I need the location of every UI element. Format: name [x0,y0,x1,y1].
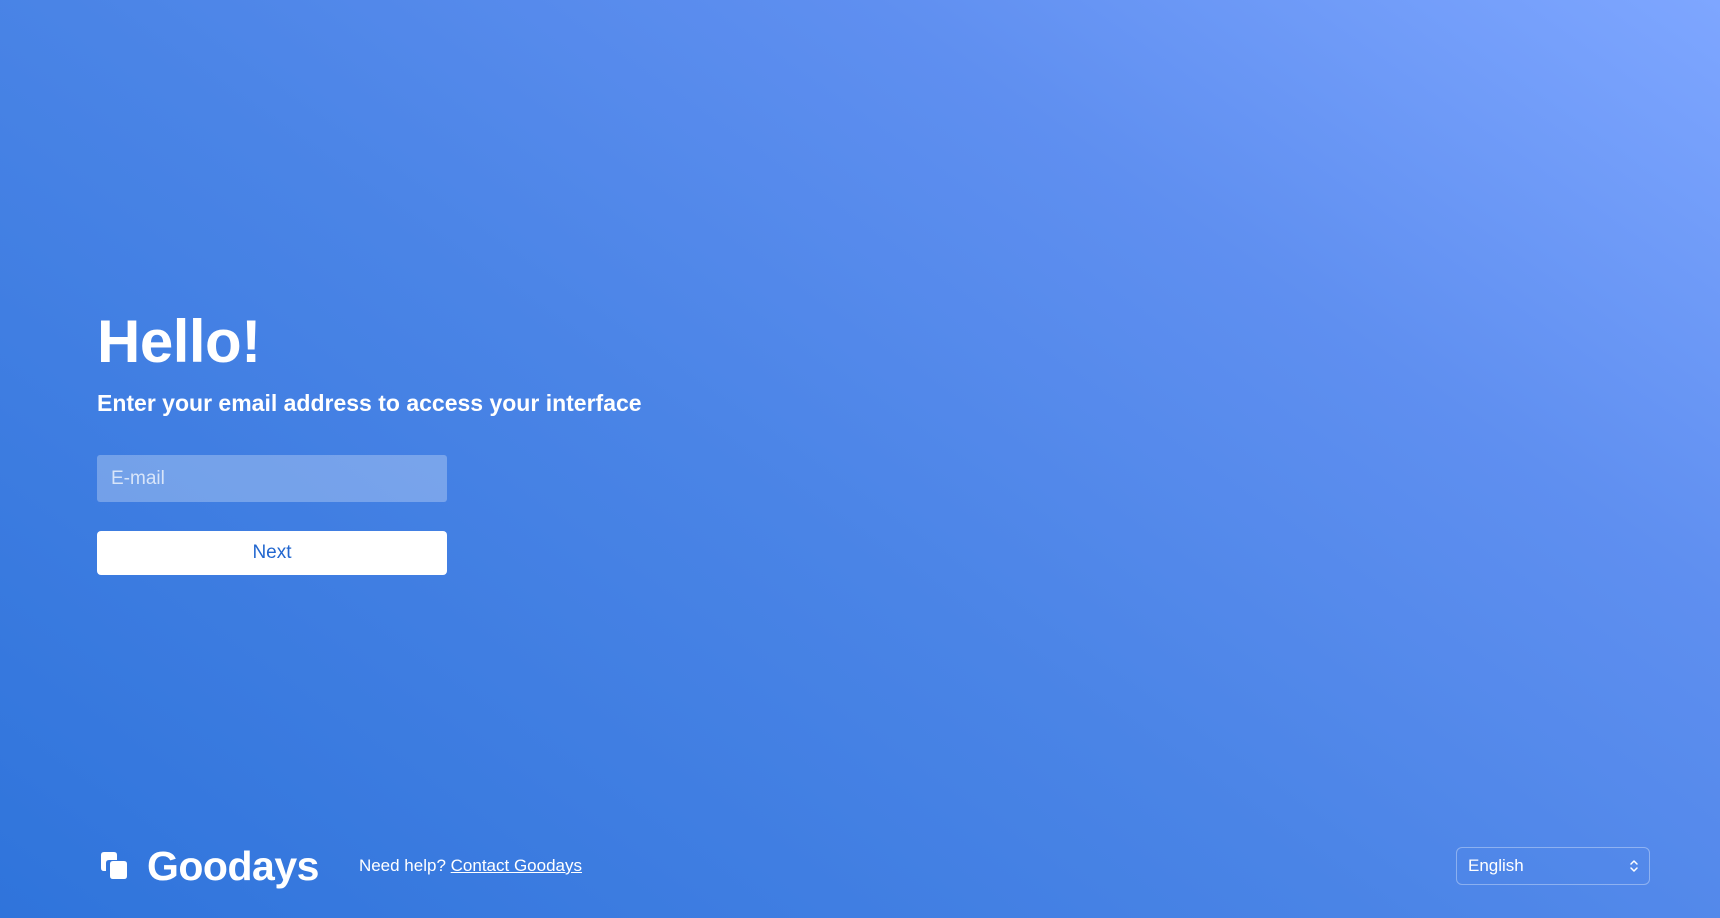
email-input[interactable] [97,455,447,502]
goodays-logo-icon [101,852,127,879]
brand-logo: Goodays [97,844,319,888]
footer: Goodays Need help? Contact Goodays Engli… [97,844,1650,888]
brand-name: Goodays [147,843,319,889]
help-text: Need help? [358,856,446,875]
next-button[interactable]: Next [97,531,447,575]
language-select[interactable]: English [1456,847,1650,885]
help-section: Need help? Contact Goodays [359,856,582,876]
login-panel: Hello! Enter your email address to acces… [97,306,797,575]
page-subtitle: Enter your email address to access your … [97,390,642,416]
language-value: English [1468,856,1524,875]
page-title: Hello! [97,308,261,375]
chevron-up-down-icon [1630,860,1638,872]
contact-link[interactable]: Contact Goodays [451,856,582,875]
